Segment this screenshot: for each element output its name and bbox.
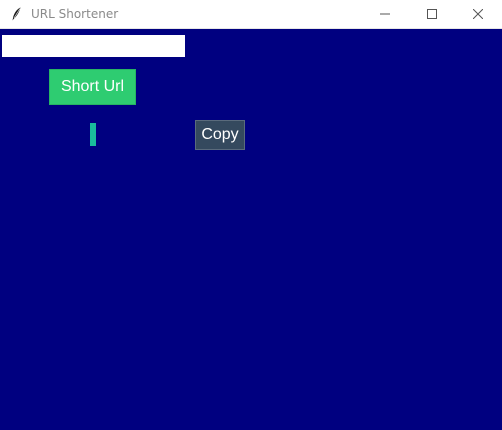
short-url-result-label [90,123,96,146]
app-window: URL Shortener Short Url Copy [0,0,502,430]
copy-button[interactable]: Copy [195,120,245,150]
url-input[interactable] [2,35,185,57]
close-button[interactable] [455,0,500,29]
main-area: Short Url Copy [0,29,502,430]
minimize-icon [379,6,390,24]
window-title: URL Shortener [31,7,119,21]
short-url-button[interactable]: Short Url [49,69,136,105]
feather-icon [9,6,25,22]
maximize-icon [426,6,437,24]
minimize-button[interactable] [362,0,407,29]
close-icon [472,6,483,24]
maximize-button[interactable] [409,0,454,29]
title-bar[interactable]: URL Shortener [0,0,502,29]
